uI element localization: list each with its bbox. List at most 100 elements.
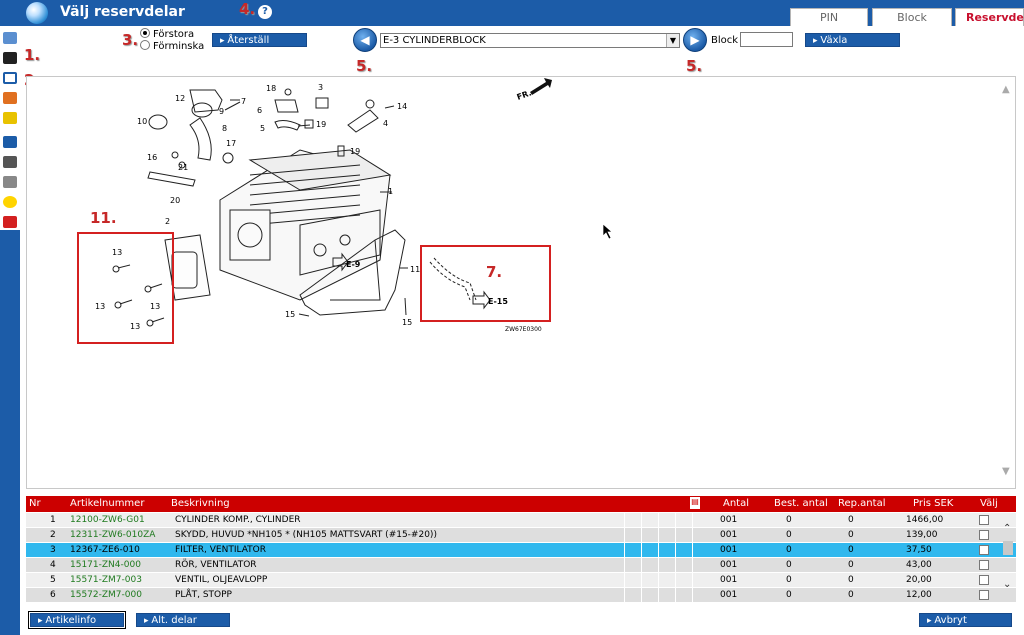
col-rep-antal: Rep.antal [838, 498, 886, 509]
callout-13c: 13 [150, 302, 160, 311]
artikelinfo-button[interactable]: Artikelinfo [28, 611, 126, 629]
column-divider [692, 558, 693, 573]
column-divider [675, 543, 676, 558]
callout-16: 16 [147, 153, 157, 162]
callout-11: 11 [410, 265, 420, 274]
select-checkbox[interactable] [979, 575, 989, 585]
column-divider [641, 588, 642, 603]
row-artikelnummer: 15171-ZN4-000 [70, 560, 141, 570]
row-nr: 3 [50, 545, 56, 555]
column-divider [675, 528, 676, 543]
column-divider [624, 543, 625, 558]
column-divider [658, 513, 659, 528]
column-divider [624, 573, 625, 588]
front-arrow-icon: FR. [516, 78, 552, 102]
callout-9: 9 [219, 107, 224, 116]
column-divider [641, 513, 642, 528]
callout-1: 1 [388, 187, 393, 196]
scroll-up-icon[interactable]: ⌃ [1003, 523, 1011, 534]
callout-6: 6 [257, 106, 262, 115]
column-divider [692, 543, 693, 558]
callout-17: 17 [226, 139, 236, 148]
row-beskrivning: VENTIL, OLJEAVLOPP [175, 575, 268, 585]
select-checkbox[interactable] [979, 530, 989, 540]
callout-18: 18 [266, 84, 276, 93]
column-divider [641, 573, 642, 588]
row-rep-antal: 0 [848, 575, 854, 585]
row-best-antal: 0 [786, 530, 792, 540]
book-icon[interactable]: ▤ [690, 497, 700, 509]
row-rep-antal: 0 [848, 515, 854, 525]
row-antal: 001 [720, 590, 738, 600]
callout-20: 20 [170, 196, 180, 205]
scroll-down-icon[interactable]: ⌄ [1003, 579, 1011, 590]
row-best-antal: 0 [786, 575, 792, 585]
row-antal: 001 [720, 560, 738, 570]
col-artikelnummer[interactable]: Artikelnummer [70, 498, 144, 509]
cylinder-block-drawing [112, 88, 491, 327]
row-rep-antal: 0 [848, 530, 854, 540]
column-divider [641, 528, 642, 543]
row-nr: 5 [50, 575, 56, 585]
scroll-down-icon[interactable]: ▼ [1002, 466, 1010, 477]
row-nr: 1 [50, 515, 56, 525]
select-checkbox[interactable] [979, 560, 989, 570]
select-checkbox[interactable] [979, 545, 989, 555]
column-divider [658, 558, 659, 573]
scroll-thumb[interactable] [1003, 541, 1013, 555]
row-antal: 001 [720, 575, 738, 585]
callout-19a: 19 [316, 120, 326, 129]
callout-14: 14 [397, 102, 407, 111]
table-row[interactable]: 5 15571-ZM7-003 VENTIL, OLJEAVLOPP 001 0 0 20,… [26, 573, 1016, 588]
row-rep-antal: 0 [848, 590, 854, 600]
table-scrollbar[interactable]: ⌃ ⌄ [1001, 513, 1015, 603]
col-valj: Välj [980, 498, 998, 509]
row-nr: 6 [50, 590, 56, 600]
column-divider [692, 588, 693, 603]
row-beskrivning: SKYDD, HUVUD *NH105 * (NH105 MATTSVART (… [175, 530, 437, 540]
table-row[interactable]: 6 15572-ZM7-000 PLÅT, STOPP 001 0 0 12,00 [26, 588, 1016, 603]
column-divider [658, 573, 659, 588]
column-divider [624, 528, 625, 543]
select-checkbox[interactable] [979, 590, 989, 600]
callout-12: 12 [175, 94, 185, 103]
table-row[interactable]: 4 15171-ZN4-000 RÖR, VENTILATOR 001 0 0 43,00 [26, 558, 1016, 573]
callout-13a: 13 [112, 248, 122, 257]
diagram-scrollbar[interactable]: ▲ ▼ [1000, 80, 1014, 485]
table-row[interactable]: 1 12100-ZW6-G01 CYLINDER KOMP., CYLINDER 00… [26, 513, 1016, 528]
table-row[interactable]: 2 12311-ZW6-010ZA SKYDD, HUVUD *NH105 * (N… [26, 528, 1016, 543]
col-antal: Antal [723, 498, 750, 509]
row-best-antal: 0 [786, 545, 792, 555]
column-divider [675, 513, 676, 528]
cancel-button[interactable]: Avbryt [919, 613, 1012, 627]
select-checkbox[interactable] [979, 515, 989, 525]
alt-parts-button[interactable]: Alt. delar [136, 613, 230, 627]
col-best-antal: Best. antal [774, 498, 828, 509]
column-divider [675, 558, 676, 573]
callout-8: 8 [222, 124, 227, 133]
column-divider [658, 588, 659, 603]
table-row[interactable]: 3 12367-ZE6-010 FILTER, VENTILATOR 001 0 0 37,… [26, 543, 1016, 558]
front-label: FR. [516, 88, 533, 102]
annotation-7: 7. [486, 263, 502, 281]
annotation-box-7 [420, 245, 551, 322]
row-best-antal: 0 [786, 560, 792, 570]
mouse-cursor-icon [602, 223, 613, 240]
callout-21: 21 [178, 163, 188, 172]
callout-15b: 15 [402, 318, 412, 327]
row-pris: 20,00 [906, 575, 932, 585]
callout-13b: 13 [95, 302, 105, 311]
row-artikelnummer: 12100-ZW6-G01 [70, 515, 145, 525]
row-pris: 12,00 [906, 590, 932, 600]
diagram-code: ZW67E0300 [505, 326, 542, 333]
col-beskrivning[interactable]: Beskrivning [171, 498, 230, 509]
column-divider [641, 543, 642, 558]
row-nr: 4 [50, 560, 56, 570]
row-rep-antal: 0 [848, 545, 854, 555]
callout-2: 2 [165, 217, 170, 226]
column-divider [624, 513, 625, 528]
column-divider [692, 573, 693, 588]
row-antal: 001 [720, 530, 738, 540]
row-pris: 1466,00 [906, 515, 944, 525]
scroll-up-icon[interactable]: ▲ [1002, 84, 1010, 95]
